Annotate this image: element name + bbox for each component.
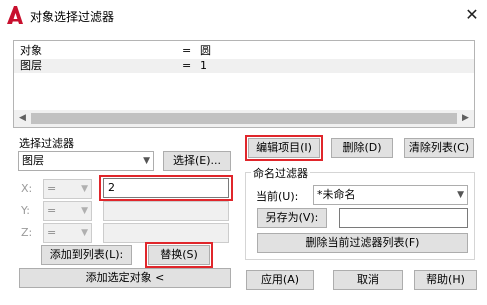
apply-button[interactable]: 应用(A) — [246, 270, 314, 290]
list-item-value: 1 — [200, 59, 207, 72]
scroll-left-icon[interactable]: ◀ — [14, 110, 31, 127]
highlight-replace — [145, 242, 213, 268]
chevron-down-icon: ▼ — [81, 228, 88, 238]
horizontal-scrollbar[interactable]: ◀ ▶ — [14, 110, 474, 127]
list-item-name: 对象 — [20, 44, 42, 57]
delete-current-filter-list-button[interactable]: 删除当前过滤器列表(F) — [257, 233, 468, 253]
list-item-value: 圆 — [200, 44, 211, 57]
window-title: 对象选择过滤器 — [30, 10, 115, 24]
y-label: Y: — [21, 204, 30, 217]
chevron-down-icon: ▼ — [81, 184, 88, 194]
delete-button[interactable]: 删除(D) — [331, 138, 393, 158]
cancel-button[interactable]: 取消 — [333, 270, 403, 290]
list-item-name: 图层 — [20, 59, 42, 72]
x-label: X: — [21, 182, 33, 195]
add-selected-object-button[interactable]: 添加选定对象 < — [19, 268, 231, 288]
x-operator-value: = — [47, 182, 57, 195]
scrollbar-thumb[interactable] — [31, 113, 457, 124]
y-operator-value: = — [47, 204, 57, 217]
list-item-operator: = — [182, 59, 192, 72]
save-as-button[interactable]: 另存为(V): — [257, 208, 327, 228]
z-label: Z: — [21, 226, 33, 239]
y-value-field[interactable] — [103, 201, 229, 221]
select-button[interactable]: 选择(E)... — [163, 151, 231, 171]
chevron-down-icon: ▼ — [457, 190, 464, 200]
current-filter-value: *未命名 — [317, 188, 356, 201]
y-operator-select[interactable]: = ▼ — [43, 201, 92, 221]
chevron-down-icon: ▼ — [81, 206, 88, 216]
highlight-x-value — [99, 175, 233, 201]
z-value-field[interactable] — [103, 223, 229, 243]
chevron-down-icon: ▼ — [143, 156, 150, 166]
current-label: 当前(U): — [256, 190, 299, 203]
named-filters-label: 命名过滤器 — [251, 165, 310, 181]
help-button[interactable]: 帮助(H) — [414, 270, 477, 290]
close-icon[interactable]: ✕ — [462, 5, 482, 25]
current-filter-select[interactable]: *未命名 ▼ — [313, 185, 468, 205]
title-bar: 对象选择过滤器 ✕ — [0, 0, 487, 32]
autocad-logo-icon — [7, 6, 23, 24]
filter-type-select[interactable]: 图层 ▼ — [18, 151, 154, 171]
selection-filter-label: 选择过滤器 — [19, 137, 74, 150]
scroll-right-icon[interactable]: ▶ — [457, 110, 474, 127]
z-operator-select[interactable]: = ▼ — [43, 223, 92, 243]
list-item[interactable]: 对象 = 圆 — [14, 44, 474, 58]
filter-type-value: 图层 — [22, 154, 44, 167]
highlight-edit-item — [245, 135, 323, 161]
list-item-operator: = — [182, 44, 192, 57]
x-operator-select[interactable]: = ▼ — [43, 179, 92, 199]
list-item[interactable]: 图层 = 1 — [14, 59, 474, 73]
add-to-list-button[interactable]: 添加到列表(L): — [41, 245, 132, 265]
z-operator-value: = — [47, 226, 57, 239]
clear-list-button[interactable]: 清除列表(C) — [404, 138, 474, 158]
save-as-name-field[interactable] — [339, 208, 468, 228]
